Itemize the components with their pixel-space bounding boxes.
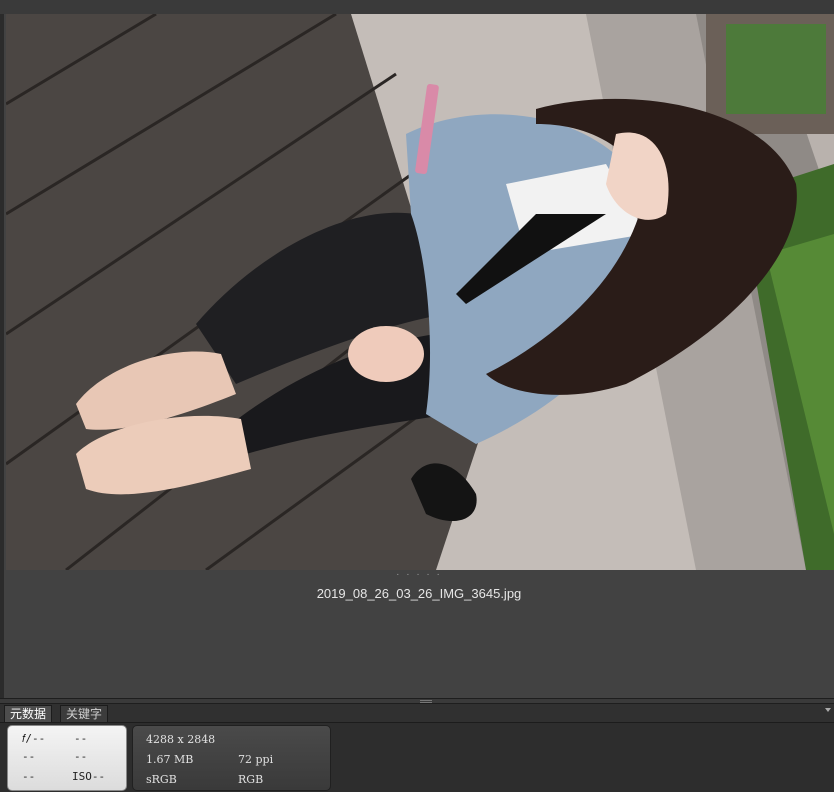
panel-menu-icon[interactable] (825, 708, 831, 712)
tab-keywords[interactable]: 关键字 (60, 705, 109, 722)
splitter-grip-icon[interactable] (420, 700, 432, 703)
camera-settings-box: 𝑓/-- -- -- -- -- ISO-- (7, 725, 127, 791)
file-size: 1.67 MB (146, 753, 194, 766)
color-profile: sRGB (146, 773, 177, 786)
photo-preview[interactable] (6, 14, 834, 570)
image-dimensions: 4288 x 2848 (146, 733, 216, 746)
window-top-strip (0, 0, 834, 14)
focal-length-value: -- (74, 750, 88, 763)
image-resolution: 72 ppi (238, 753, 274, 766)
file-info-box: 4288 x 2848 1.67 MB 72 ppi sRGB RGB (132, 725, 331, 791)
page-dots: · · · · · (396, 569, 442, 580)
color-mode: RGB (238, 773, 264, 786)
image-filename: 2019_08_26_03_26_IMG_3645.jpg (316, 586, 522, 601)
iso-value: ISO-- (72, 770, 106, 783)
exposure-value: -- (22, 750, 36, 763)
photo-image (6, 14, 834, 570)
metadata-tab-bar: 元数据 关键字 (0, 704, 834, 723)
preview-panel: · · · · · 2019_08_26_03_26_IMG_3645.jpg (4, 14, 834, 698)
tab-metadata[interactable]: 元数据 (4, 705, 53, 722)
aperture-value: 𝑓/-- (22, 732, 46, 745)
shutter-value: -- (74, 732, 88, 745)
flash-value: -- (22, 770, 36, 783)
metadata-panel: 𝑓/-- -- -- -- -- ISO-- 4288 x 2848 1.67 … (0, 723, 834, 792)
